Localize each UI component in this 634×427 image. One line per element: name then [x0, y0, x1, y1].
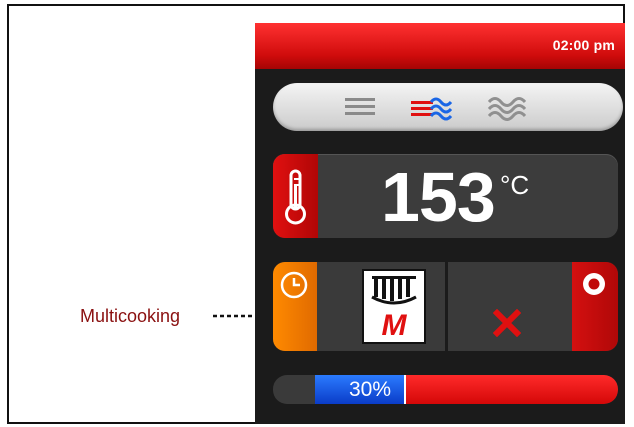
progress-marker: [404, 375, 406, 404]
thermometer-icon: [285, 169, 306, 225]
clock-icon: [280, 271, 308, 299]
annotation-label: Multicooking: [80, 306, 181, 326]
multicooking-graphic: M: [371, 276, 417, 342]
lines-waves-icon[interactable]: [409, 93, 453, 123]
oven-control-screen: 02:00 pm 153 °C M 30%: [255, 23, 625, 424]
target-icon: [583, 273, 605, 295]
temperature-value: 153: [381, 158, 496, 236]
temperature-unit: °C: [500, 170, 530, 200]
multicooking-letter: M: [382, 309, 408, 342]
program-panel: M: [273, 262, 618, 351]
timer-tab[interactable]: [273, 262, 317, 351]
panel-divider: [445, 262, 448, 351]
three-lines-icon[interactable]: [343, 93, 377, 121]
cancel-x-icon[interactable]: [493, 309, 521, 337]
program-start-tab[interactable]: [572, 262, 618, 351]
temperature-tab[interactable]: [273, 154, 318, 238]
clock-time: 02:00 pm: [552, 37, 615, 53]
progress-label: 30%: [349, 378, 392, 401]
temperature-panel[interactable]: 153 °C: [273, 154, 618, 238]
multicooking-icon[interactable]: M: [362, 269, 426, 344]
cooking-mode-selector[interactable]: [273, 83, 623, 131]
status-bar: 02:00 pm: [255, 23, 625, 69]
waves-icon[interactable]: [487, 93, 527, 123]
progress-bar: 30%: [273, 375, 618, 404]
